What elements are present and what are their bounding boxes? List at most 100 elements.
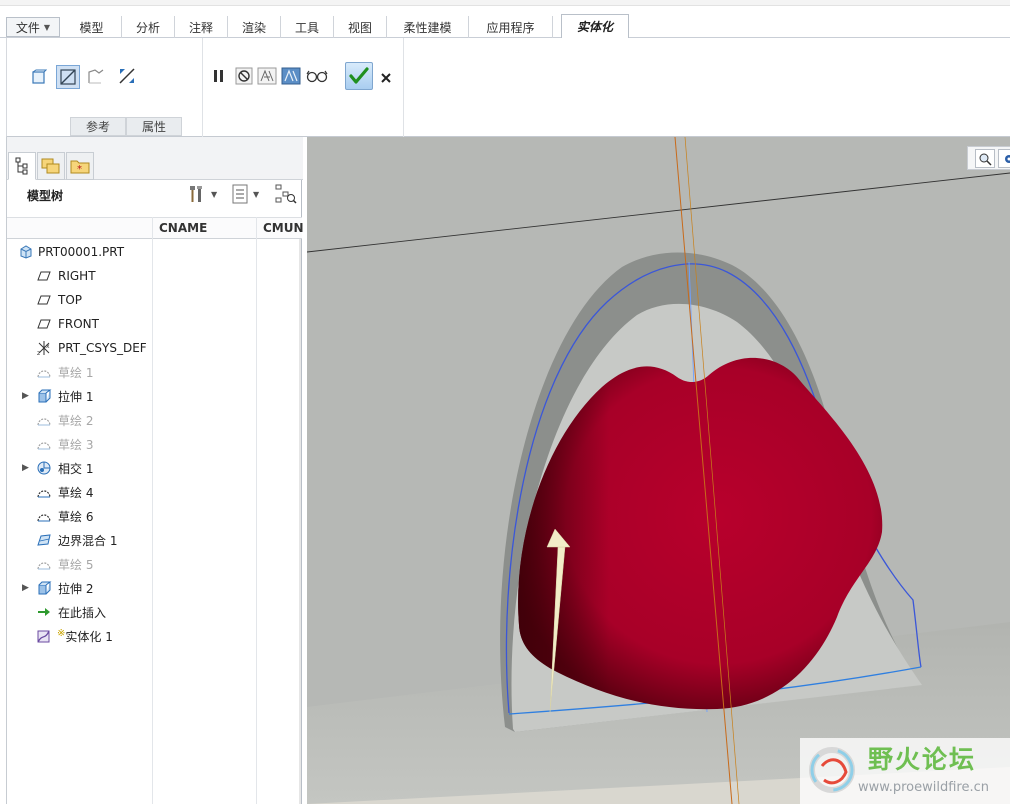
ribbon: 参考 属性 [6,38,1010,137]
tree-item[interactable]: ▶ 相交 1 [7,457,152,479]
tree-item[interactable]: TOP [7,289,152,311]
attached-preview-icon[interactable] [281,66,301,86]
tab-view[interactable]: 视图 [334,16,387,38]
tree-item-text: 拉伸 2 [58,581,94,596]
tree-item-label: 草绘 6 [58,508,93,525]
view-toolbar [967,146,1010,170]
zoom-button[interactable] [975,149,995,168]
tree-item-text: PRT00001.PRT [38,245,125,259]
forum-watermark: 野火论坛 www.proewildfire.cn [800,738,1010,804]
tree-item-label: RIGHT [58,269,96,283]
tab-model-tree[interactable] [8,152,36,180]
tree-item-label: 草绘 1 [58,364,93,381]
expand-arrow-icon[interactable]: ▶ [22,583,29,593]
properties-tab[interactable]: 属性 [126,117,182,136]
sketch-icon [36,364,52,380]
cancel-button[interactable] [376,68,396,88]
no-preview-icon[interactable] [234,66,254,86]
column-cname[interactable]: CNAME [159,221,207,235]
tree-item[interactable]: 边界混合 1 [7,529,152,551]
tab-tools[interactable]: 工具 [281,16,334,38]
tree-item[interactable]: FRONT [7,313,152,335]
app-window: 文件 ▼ 模型 分析 注释 渲染 工具 视图 柔性建模 应用程序 实体化 参考 … [0,0,1010,804]
tree-item[interactable]: ▶ 拉伸 1 [7,385,152,407]
menu-bar: 文件 ▼ 模型 分析 注释 渲染 工具 视图 柔性建模 应用程序 实体化 [0,0,1010,39]
model-view[interactable] [307,137,1010,804]
zoom-icon [979,153,992,166]
tab-folder-browser[interactable] [37,152,65,180]
column-divider[interactable] [256,217,257,804]
references-tab[interactable]: 参考 [70,117,126,136]
expand-arrow-icon[interactable]: ▶ [22,463,29,473]
display-style-button[interactable] [998,149,1010,168]
tree-item-label: FRONT [58,317,99,331]
tree-item[interactable]: ▶ 拉伸 2 [7,577,152,599]
expand-arrow-icon[interactable]: ▶ [22,391,29,401]
ribbon-separator [202,38,203,137]
tree-item[interactable]: 草绘 4 [7,481,152,503]
tree-item-text: 草绘 5 [58,557,94,572]
tree-item-label: TOP [58,293,82,307]
extrude-icon [36,580,52,596]
favorites-folder-icon: * [70,160,90,175]
tree-item-label: 拉伸 2 [58,580,93,597]
sketch-icon [36,556,52,572]
tab-annotate[interactable]: 注释 [175,16,228,38]
csys-icon: xz [36,340,52,356]
column-cmun[interactable]: CMUN [263,221,304,235]
tree-item[interactable]: PRT00001.PRT [7,241,152,263]
tree-item-text: 草绘 3 [58,437,94,452]
sketch-icon [36,412,52,428]
tree-item[interactable]: 草绘 6 [7,505,152,527]
tab-analysis[interactable]: 分析 [122,16,175,38]
tab-flexible-modeling[interactable]: 柔性建模 [387,16,469,38]
tree-filter-button[interactable] [275,183,297,205]
tree-settings-button[interactable]: ▼ [187,183,217,205]
tree-item-label: 草绘 5 [58,556,93,573]
svg-text:*: * [77,164,82,175]
sketch-icon [36,484,52,500]
tree-item-text: PRT_CSYS_DEF [58,341,147,355]
preview-icon[interactable] [257,66,277,86]
tree-item[interactable]: 草绘 2 [7,409,152,431]
tab-favorites[interactable]: * [66,152,94,180]
replace-surface-icon[interactable] [86,66,106,86]
tree-item[interactable]: RIGHT [7,265,152,287]
flip-direction-icon[interactable] [117,66,137,86]
datum-plane-icon [36,316,52,332]
column-divider[interactable] [152,217,153,804]
verify-icon[interactable] [305,66,329,86]
eye-icon [1004,154,1010,163]
svg-text:z: z [37,350,40,356]
tree-item-label: 在此插入 [58,604,106,621]
pause-icon[interactable] [209,66,229,86]
tree-item[interactable]: ※实体化 1 [7,625,152,647]
tree-item[interactable]: 草绘 1 [7,361,152,383]
scrollbar[interactable] [299,239,301,804]
tree-item[interactable]: x z PRT_CSYS_DEF [7,337,152,359]
navigator-tabs: * [7,137,303,180]
ribbon-separator [403,38,404,137]
solid-body-icon[interactable] [29,67,49,87]
tree-item-label: 草绘 3 [58,436,93,453]
title-strip [0,0,1010,6]
tree-item[interactable]: 在此插入 [7,601,152,623]
tab-file[interactable]: 文件 ▼ [6,17,60,37]
tree-item[interactable]: 草绘 5 [7,553,152,575]
tools-icon [190,186,202,202]
model-tree-icon [15,157,28,175]
tab-render[interactable]: 渲染 [228,16,281,38]
tab-applications[interactable]: 应用程序 [469,16,553,38]
tree-item[interactable]: 草绘 3 [7,433,152,455]
tree-filter-icon [275,184,297,204]
tree-item-label: ※实体化 1 [57,628,113,645]
graphics-window[interactable] [307,137,1010,804]
show-options-button[interactable]: ▼ [231,183,259,205]
remove-material-icon[interactable] [56,65,80,89]
tab-solidify[interactable]: 实体化 [561,14,629,39]
tree-item-text: RIGHT [58,269,96,283]
tree-item-text: 相交 1 [58,461,94,476]
part-icon [18,244,34,260]
tab-model[interactable]: 模型 [62,16,122,38]
confirm-button[interactable] [345,62,373,90]
